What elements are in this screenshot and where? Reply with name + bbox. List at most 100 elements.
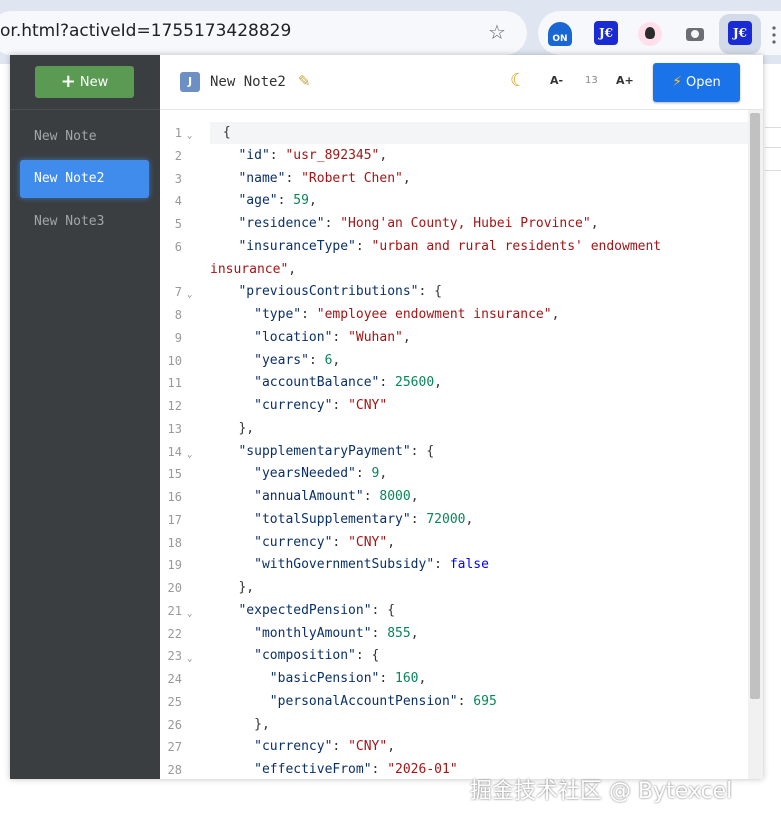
notes-popup: + New New Note New Note2 New Note3 J New … <box>10 55 763 779</box>
line-number: 2 <box>174 148 182 163</box>
note-title[interactable]: New Note2 <box>210 72 286 92</box>
code-line[interactable]: 27 "currency": "CNY", <box>160 736 750 759</box>
code-line[interactable]: 21 ⌄ "expectedPension": { <box>160 600 750 623</box>
code-line[interactable]: 12 "currency": "CNY" <box>160 395 750 418</box>
open-button[interactable]: ⚡ Open <box>653 63 740 102</box>
code-text: "yearsNeeded": 9, <box>215 463 387 486</box>
line-number: 16 <box>167 490 182 504</box>
code-line[interactable]: 1 ⌄ { <box>160 122 750 145</box>
code-token: , <box>332 352 341 368</box>
theme-toggle-moon-icon[interactable]: ☾ <box>510 70 526 92</box>
code-token: }, <box>254 716 270 732</box>
code-token: "currency" <box>254 398 333 413</box>
line-number: 8 <box>174 308 182 322</box>
code-text: "supplementaryPayment": { <box>215 441 434 464</box>
code-line[interactable]: 2 "id": "usr_892345", <box>160 145 750 168</box>
code-line[interactable]: 26 }, <box>160 714 750 737</box>
code-line[interactable]: 17 "totalSupplementary": 72000, <box>160 509 750 532</box>
code-line[interactable]: 14 ⌄ "supplementaryPayment": { <box>160 441 750 464</box>
code-text: "years": 6, <box>215 350 340 373</box>
code-text: "annualAmount": 8000, <box>215 486 418 509</box>
code-line[interactable]: 4 "age": 59, <box>160 190 750 213</box>
code-token: , <box>465 511 474 527</box>
code-token: , <box>590 216 599 231</box>
code-token: "location" <box>254 329 333 345</box>
code-line[interactable]: 18 "currency": "CNY", <box>160 532 750 555</box>
camera-icon[interactable] <box>683 22 707 46</box>
code-line[interactable]: 11 "accountBalance": 25600, <box>160 372 750 395</box>
code-token: 855 <box>387 625 411 641</box>
code-text: }, <box>215 577 254 600</box>
code-token: : <box>277 193 294 209</box>
code-token: "years" <box>254 352 309 368</box>
line-number: 3 <box>174 171 182 186</box>
code-line[interactable]: 7 ⌄ "previousContributions": { <box>160 281 750 304</box>
sidebar-item-new-note[interactable]: New Note <box>20 118 149 156</box>
font-decrease-button[interactable]: A- <box>550 74 563 87</box>
code-token: : <box>308 352 325 368</box>
watermark-text: 掘金技术社区 @ Bytexcel <box>470 779 733 804</box>
code-token: 695 <box>473 693 497 709</box>
code-line[interactable]: insurance", <box>160 259 750 282</box>
line-number: 14 <box>167 444 182 459</box>
code-line[interactable]: 20 }, <box>160 577 750 600</box>
je-extension-icon[interactable]: J€ <box>594 21 618 45</box>
code-token: "residence" <box>238 216 325 231</box>
new-note-button[interactable]: + New <box>35 66 134 98</box>
code-text: "expectedPension": { <box>215 600 395 623</box>
code-token: : <box>434 557 450 573</box>
code-token: , <box>387 534 396 550</box>
code-line[interactable]: 5 "residence": "Hong'an County, Hubei Pr… <box>160 213 750 236</box>
sidebar-item-new-note3[interactable]: New Note3 <box>20 203 149 241</box>
code-token: 8000 <box>379 489 411 504</box>
code-token: insurance" <box>210 261 289 277</box>
code-token: "Wuhan" <box>348 329 403 345</box>
line-number: 15 <box>167 467 182 482</box>
code-line[interactable]: 25 "personalAccountPension": 695 <box>160 691 750 714</box>
line-number: 13 <box>167 421 182 436</box>
code-line[interactable]: 19 "withGovernmentSubsidy": false <box>160 554 750 577</box>
code-token: "insuranceType" <box>238 238 356 254</box>
code-line[interactable]: 15 "yearsNeeded": 9, <box>160 463 750 486</box>
edit-title-pencil-icon[interactable]: ✎ <box>298 71 311 91</box>
code-line[interactable]: 9 "location": "Wuhan", <box>160 327 750 350</box>
code-line[interactable]: 16 "annualAmount": 8000, <box>160 486 750 509</box>
line-number: 17 <box>167 512 182 527</box>
line-number: 23 <box>167 649 182 664</box>
code-token: , <box>551 307 560 322</box>
line-number: 27 <box>167 740 182 755</box>
code-line[interactable]: 22 "monthlyAmount": 855, <box>160 623 750 646</box>
address-bar-url[interactable]: or.html?activeId=1755173428829 <box>0 21 291 41</box>
sidebar-item-new-note2[interactable]: New Note2 <box>20 160 149 198</box>
code-line[interactable]: 6 "insuranceType": "urban and rural resi… <box>160 236 750 259</box>
editor-scrollbar-thumb[interactable] <box>750 113 760 699</box>
code-token: : <box>379 375 396 391</box>
line-number: 28 <box>167 763 182 777</box>
on-extension-icon[interactable]: ON <box>548 22 572 46</box>
code-line[interactable]: 10 "years": 6, <box>160 350 750 373</box>
avatar-extension-icon[interactable] <box>638 22 662 46</box>
bookmark-star-icon[interactable]: ☆ <box>488 22 506 42</box>
code-line[interactable]: 24 "basicPension": 160, <box>160 668 750 691</box>
code-line[interactable]: 23 ⌄ "composition": { <box>160 645 750 668</box>
line-number: 11 <box>167 376 182 391</box>
code-token: : { <box>371 602 396 618</box>
code-token: , <box>288 261 297 277</box>
code-line[interactable]: 3 "name": "Robert Chen", <box>160 168 750 191</box>
code-editor[interactable]: 1 ⌄ {2 "id": "usr_892345", 3 "name": "Robe… <box>160 111 750 779</box>
line-number: 6 <box>174 239 182 254</box>
font-increase-button[interactable]: A+ <box>616 74 634 87</box>
page-divider <box>765 127 781 128</box>
notes-sidebar: + New New Note New Note2 New Note3 <box>10 55 160 779</box>
code-token: : <box>332 534 349 550</box>
code-token: : <box>301 307 317 322</box>
line-number: 18 <box>167 535 182 550</box>
code-line[interactable]: 13 }, <box>160 418 750 441</box>
code-token: 59 <box>293 193 309 209</box>
code-token: : <box>355 238 372 254</box>
je-extension-icon[interactable]: J€ <box>728 21 752 45</box>
font-size-value: 13 <box>585 75 598 86</box>
new-note-label: New <box>79 75 109 90</box>
browser-menu-icon[interactable] <box>772 26 776 44</box>
code-line[interactable]: 8 "type": "employee endowment insurance"… <box>160 304 750 327</box>
